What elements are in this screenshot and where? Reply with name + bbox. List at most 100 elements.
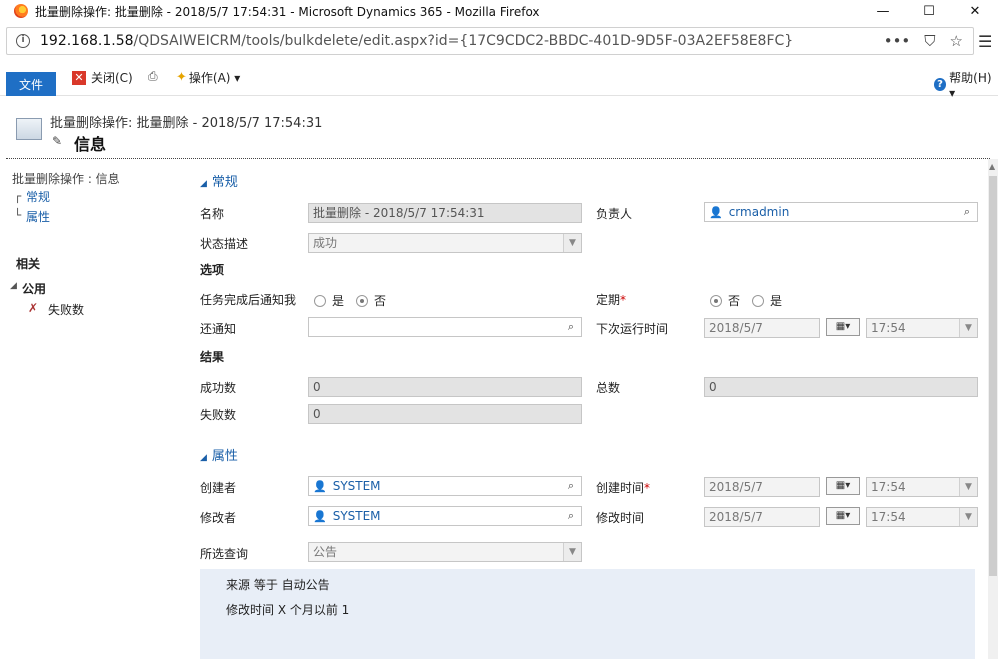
success-count-field[interactable]: 0 [308,377,582,397]
total-count-field[interactable]: 0 [704,377,978,397]
radio-circle [710,294,722,307]
nav-link-general[interactable]: 常规 [26,188,50,205]
firefox-logo-icon [14,4,28,18]
tree-connector: └ [14,208,22,222]
chevron-down-icon: ▼ [563,234,581,252]
recurring-yes-radio[interactable]: 是 [752,292,782,309]
pocket-icon[interactable]: ⛉ [924,32,935,50]
recurring-yes-label: 是 [770,294,783,308]
minimize-button[interactable]: — [860,0,906,22]
created-on-label-text: 创建时间 [596,481,645,495]
query-label: 所选查询 [200,547,249,561]
calendar-icon[interactable]: ▦▾ [826,507,860,525]
hamburger-menu-icon[interactable]: ☰ [978,32,992,51]
next-run-label: 下次运行时间 [596,322,669,336]
scroll-up-icon[interactable]: ▲ [989,162,995,171]
form-name[interactable]: 信息 [74,131,106,155]
modified-by-value[interactable]: SYSTEM [333,509,381,523]
url-path: /QDSAIWEICRM/tools/bulkdelete/edit.aspx?… [133,33,794,49]
next-run-time-select[interactable]: 17:54 ▼ [866,318,978,338]
notify-no-label: 否 [374,294,387,308]
actions-menu-button[interactable]: ✦ 操作(A) ▾ [176,69,240,86]
nav-breadcrumb: 批量删除操作 : 信息 [12,172,120,186]
maximize-button[interactable]: ☐ [906,0,952,22]
calendar-icon[interactable]: ▦▾ [826,318,860,336]
site-info-icon[interactable]: i [16,34,30,48]
required-marker: * [644,481,651,495]
owner-value[interactable]: crmadmin [729,205,790,219]
notify-yes-label: 是 [332,294,345,308]
file-tab[interactable]: 文件 [6,72,56,96]
query-criteria-box: 来源 等于 自动公告 修改时间 X 个月以前 1 [200,569,975,659]
nav-related-heading: 相关 [16,257,41,271]
print-button[interactable]: ⎙ [148,69,158,84]
created-by-label: 创建者 [200,481,237,495]
close-label: 关闭(C) [91,71,133,85]
name-field[interactable]: 批量删除 - 2018/5/7 17:54:31 [308,203,582,223]
tree-connector: ┌ [14,189,22,203]
close-window-button[interactable]: ✕ [952,0,998,22]
failure-label: 失败数 [200,408,237,422]
notify-no-radio[interactable]: 否 [356,292,386,309]
scrollbar-thumb[interactable] [989,176,997,576]
user-icon: 👤 [709,206,723,219]
nav-link-properties[interactable]: 属性 [26,208,50,225]
close-icon: ✕ [72,70,86,85]
recurring-no-radio[interactable]: 否 [710,292,740,309]
status-value: 成功 [313,236,338,250]
chevron-down-icon: ▼ [959,478,977,496]
options-heading: 选项 [200,263,225,277]
form-selector-icon[interactable]: ✎ [52,134,68,150]
modified-on-time-select[interactable]: 17:54 ▼ [866,507,978,527]
section-properties-title[interactable]: ◢ 属性 [200,445,238,464]
lookup-icon[interactable]: ⌕ [959,205,975,219]
bulk-delete-record-icon [16,118,42,140]
radio-circle [356,294,368,307]
section-general-label: 常规 [211,175,238,190]
lookup-icon[interactable]: ⌕ [563,320,579,334]
chevron-down-icon: ▼ [563,543,581,561]
radio-circle [314,294,326,307]
next-run-date-field[interactable]: 2018/5/7 [704,318,820,338]
required-marker: * [620,293,627,307]
nav-link-failures[interactable]: 失败数 [48,301,84,318]
user-icon: 👤 [313,510,327,523]
actions-label: 操作(A) ▾ [188,71,241,85]
section-general-title[interactable]: ◢ 常规 [200,171,238,190]
chevron-down-icon: ▼ [959,319,977,337]
results-heading: 结果 [200,350,225,364]
created-on-date-field[interactable]: 2018/5/7 [704,477,820,497]
nav-common-heading[interactable]: 公用 [22,280,46,297]
calendar-icon[interactable]: ▦▾ [826,477,860,495]
modified-on-date-field[interactable]: 2018/5/7 [704,507,820,527]
address-bar[interactable]: i 192.168.1.58 /QDSAIWEICRM/tools/bulkde… [6,27,974,55]
modified-by-label: 修改者 [200,511,237,525]
cc-lookup[interactable]: ⌕ [308,317,582,337]
name-label: 名称 [200,207,225,221]
lookup-icon[interactable]: ⌕ [563,479,579,493]
owner-lookup[interactable]: 👤 crmadmin ⌕ [704,202,978,222]
created-on-time-value: 17:54 [871,480,906,494]
created-by-value[interactable]: SYSTEM [333,479,381,493]
notify-yes-radio[interactable]: 是 [314,292,344,309]
modified-by-lookup[interactable]: 👤 SYSTEM ⌕ [308,506,582,526]
bookmark-star-icon[interactable]: ☆ [950,32,963,50]
window-title: 批量删除操作: 批量删除 - 2018/5/7 17:54:31 - Micro… [35,4,540,19]
query-select[interactable]: 公告 ▼ [308,542,582,562]
created-on-time-select[interactable]: 17:54 ▼ [866,477,978,497]
cc-label: 还通知 [200,322,237,336]
collapse-triangle-icon: ◢ [200,179,207,189]
created-by-lookup[interactable]: 👤 SYSTEM ⌕ [308,476,582,496]
print-icon: ⎙ [148,69,158,83]
status-select[interactable]: 成功 ▼ [308,233,582,253]
created-on-label: 创建时间* [596,479,650,496]
close-record-button[interactable]: ✕ 关闭(C) [72,69,133,86]
page-actions-icon[interactable]: ••• [884,32,911,50]
collapse-triangle-icon[interactable]: ◢ [10,281,17,291]
query-criteria-line: 来源 等于 自动公告 [226,578,330,592]
lookup-icon[interactable]: ⌕ [563,509,579,523]
recurring-no-label: 否 [728,294,741,308]
failure-count-field[interactable]: 0 [308,404,582,424]
help-icon: ? [934,78,947,91]
total-label: 总数 [596,381,621,395]
